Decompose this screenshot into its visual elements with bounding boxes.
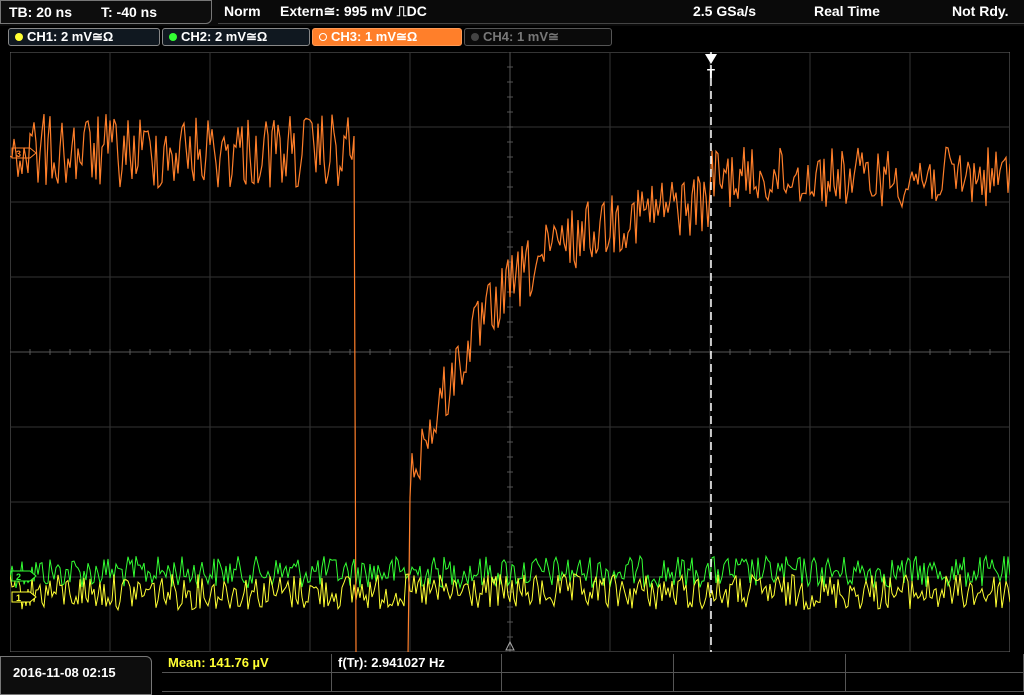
channel-4-dot-icon: [471, 33, 479, 41]
measurement-cell-4[interactable]: [674, 654, 846, 673]
acquisition-mode: Real Time: [814, 3, 880, 19]
channel-3-dot-icon: [319, 33, 327, 41]
measurement-mean: Mean: 141.76 µV: [168, 655, 269, 670]
measurement-cell-freq[interactable]: f(Tr): 2.941027 Hz: [332, 654, 502, 673]
measurement-cell-5[interactable]: [846, 654, 1024, 673]
time-offset-label: T: -40 ns: [101, 4, 158, 20]
channel-2-dot-icon: [169, 33, 177, 41]
measurement-cell-3[interactable]: [502, 654, 674, 673]
timestamp: 2016-11-08 02:15: [13, 665, 116, 680]
channel-4-button[interactable]: CH4: 1 mV≅: [464, 28, 612, 46]
measurement-cell-9[interactable]: [674, 673, 846, 692]
channel-4-label: CH4: 1 mV≅: [483, 29, 559, 44]
trigger-mode[interactable]: Norm: [224, 3, 261, 19]
channel-2-marker-label: 2: [16, 572, 21, 582]
timebase-box[interactable]: TB: 20 ns T: -40 ns: [0, 0, 212, 24]
measurement-table: Mean: 141.76 µV f(Tr): 2.941027 Hz: [162, 654, 1024, 695]
measurement-cell-10[interactable]: [846, 673, 1024, 692]
trigger-marker-label: T: [707, 66, 715, 81]
acquisition-state: Not Rdy.: [952, 3, 1009, 19]
measurement-cell-8[interactable]: [502, 673, 674, 692]
measurement-cell-7[interactable]: [332, 673, 502, 692]
top-bar: TB: 20 ns T: -40 ns Norm Extern≅: 995 mV…: [0, 0, 1024, 26]
date-box: 2016-11-08 02:15: [0, 656, 152, 695]
channel-2-label: CH2: 2 mV≅Ω: [181, 29, 268, 44]
sample-rate: 2.5 GSa/s: [693, 3, 757, 19]
timebase-label: TB: 20 ns: [9, 4, 73, 20]
channel-1-button[interactable]: CH1: 2 mV≅Ω: [8, 28, 160, 46]
trigger-source[interactable]: Extern≅: 995 mV ⎍DC: [280, 3, 427, 20]
channel-1-marker-label: 1: [16, 593, 21, 603]
waveform-display[interactable]: T 3 2 1: [10, 52, 1010, 652]
channel-2-button[interactable]: CH2: 2 mV≅Ω: [162, 28, 310, 46]
channel-bar: CH1: 2 mV≅Ω CH2: 2 mV≅Ω CH3: 1 mV≅Ω CH4:…: [0, 26, 1024, 48]
channel-1-label: CH1: 2 mV≅Ω: [27, 29, 114, 44]
channel-1-dot-icon: [15, 33, 23, 41]
measurement-cell-6[interactable]: [162, 673, 332, 692]
measurement-freq: f(Tr): 2.941027 Hz: [338, 655, 445, 670]
channel-3-button[interactable]: CH3: 1 mV≅Ω: [312, 28, 462, 46]
channel-3-label: CH3: 1 mV≅Ω: [331, 29, 418, 44]
status-bar: Norm Extern≅: 995 mV ⎍DC 2.5 GSa/s Real …: [218, 0, 1024, 24]
channel-3-marker-label: 3: [16, 149, 21, 159]
measurement-cell-mean[interactable]: Mean: 141.76 µV: [162, 654, 332, 673]
